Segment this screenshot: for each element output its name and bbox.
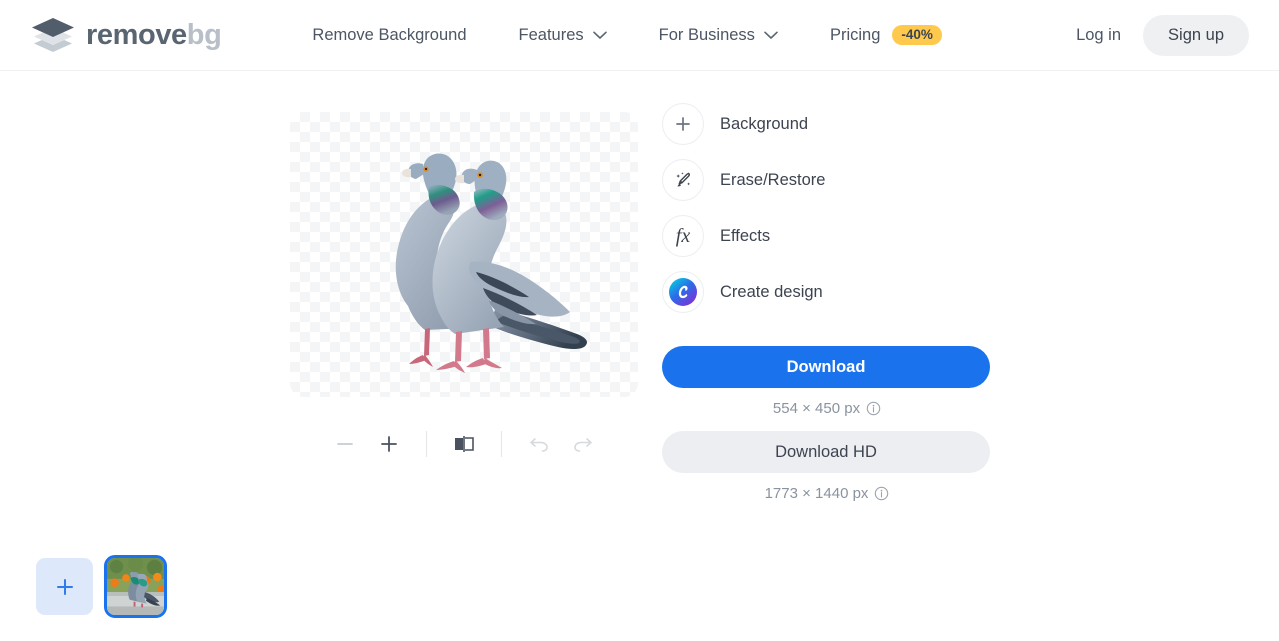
toolbar-divider bbox=[501, 430, 502, 457]
plus-icon bbox=[56, 578, 73, 595]
layers-logo-icon bbox=[32, 18, 74, 52]
download-section: Download 554 × 450 px Download HD 1773 ×… bbox=[662, 346, 992, 502]
compare-split-button[interactable] bbox=[442, 424, 486, 464]
canva-icon bbox=[662, 271, 704, 313]
zoom-in-button[interactable] bbox=[367, 424, 411, 464]
logo[interactable]: removebg bbox=[30, 15, 222, 55]
discount-badge: -40% bbox=[892, 24, 942, 46]
nav-item-features[interactable]: Features bbox=[493, 26, 633, 45]
thumbnail-item[interactable] bbox=[104, 555, 167, 618]
nav-label: Pricing bbox=[829, 25, 881, 44]
toolbar-divider bbox=[426, 430, 427, 457]
nav-item-pricing[interactable]: Pricing -40% bbox=[804, 24, 968, 46]
add-image-button[interactable] bbox=[36, 558, 93, 615]
chevron-down-icon bbox=[592, 31, 607, 39]
image-canvas-area bbox=[290, 112, 638, 397]
front-pigeon bbox=[432, 160, 587, 373]
login-link[interactable]: Log in bbox=[1060, 17, 1137, 54]
zoom-out-button[interactable] bbox=[323, 424, 367, 464]
compare-split-icon bbox=[455, 435, 474, 452]
thumbnail-strip bbox=[36, 555, 167, 618]
fx-icon: fx bbox=[662, 215, 704, 257]
pigeon-thumbnail bbox=[107, 558, 164, 615]
option-label: Create design bbox=[720, 282, 823, 301]
redo-button[interactable] bbox=[561, 424, 605, 464]
editor-main: Background Erase/Restore fx Effects Crea… bbox=[0, 71, 1279, 641]
chevron-down-icon bbox=[764, 31, 778, 39]
option-label: Erase/Restore bbox=[720, 170, 826, 189]
nav-label: Remove Background bbox=[312, 25, 467, 44]
nav-item-remove-background[interactable]: Remove Background bbox=[286, 26, 492, 45]
header-actions: Log in Sign up bbox=[1060, 14, 1249, 56]
option-create-design[interactable]: Create design bbox=[662, 264, 992, 320]
info-icon[interactable] bbox=[866, 401, 881, 416]
minus-icon bbox=[337, 442, 353, 445]
option-label: Effects bbox=[720, 226, 771, 245]
logo-text: removebg bbox=[86, 18, 222, 51]
plus-icon bbox=[662, 103, 704, 145]
option-effects[interactable]: fx Effects bbox=[662, 208, 992, 264]
download-hd-button[interactable]: Download HD bbox=[662, 431, 990, 473]
download-hd-dimensions: 1773 × 1440 px bbox=[662, 485, 992, 502]
logo-text-primary: remove bbox=[86, 18, 187, 51]
download-hd-dimensions-text: 1773 × 1440 px bbox=[764, 485, 869, 502]
pigeon-result-image bbox=[395, 153, 587, 373]
nav-label: For Business bbox=[658, 25, 755, 44]
info-icon[interactable] bbox=[874, 486, 889, 501]
site-header: removebg Remove Background Features For … bbox=[0, 0, 1279, 71]
download-dimensions: 554 × 450 px bbox=[662, 400, 992, 417]
undo-button[interactable] bbox=[517, 424, 561, 464]
signup-button[interactable]: Sign up bbox=[1143, 14, 1249, 56]
undo-arrow-icon bbox=[530, 437, 548, 452]
download-dimensions-text: 554 × 450 px bbox=[772, 400, 861, 417]
option-label: Background bbox=[720, 114, 809, 133]
primary-nav: Remove Background Features For Business … bbox=[286, 24, 968, 46]
option-erase-restore[interactable]: Erase/Restore bbox=[662, 152, 992, 208]
option-background[interactable]: Background bbox=[662, 96, 992, 152]
nav-label: Features bbox=[518, 25, 584, 44]
plus-icon bbox=[381, 435, 397, 452]
magic-brush-icon bbox=[662, 159, 704, 201]
redo-arrow-icon bbox=[574, 437, 592, 452]
canvas-toolbar bbox=[290, 421, 638, 466]
transparent-canvas[interactable] bbox=[290, 112, 638, 397]
nav-item-for-business[interactable]: For Business bbox=[633, 26, 804, 45]
logo-text-secondary: bg bbox=[186, 18, 222, 51]
tools-panel: Background Erase/Restore fx Effects Crea… bbox=[662, 96, 992, 502]
download-button[interactable]: Download bbox=[662, 346, 990, 388]
